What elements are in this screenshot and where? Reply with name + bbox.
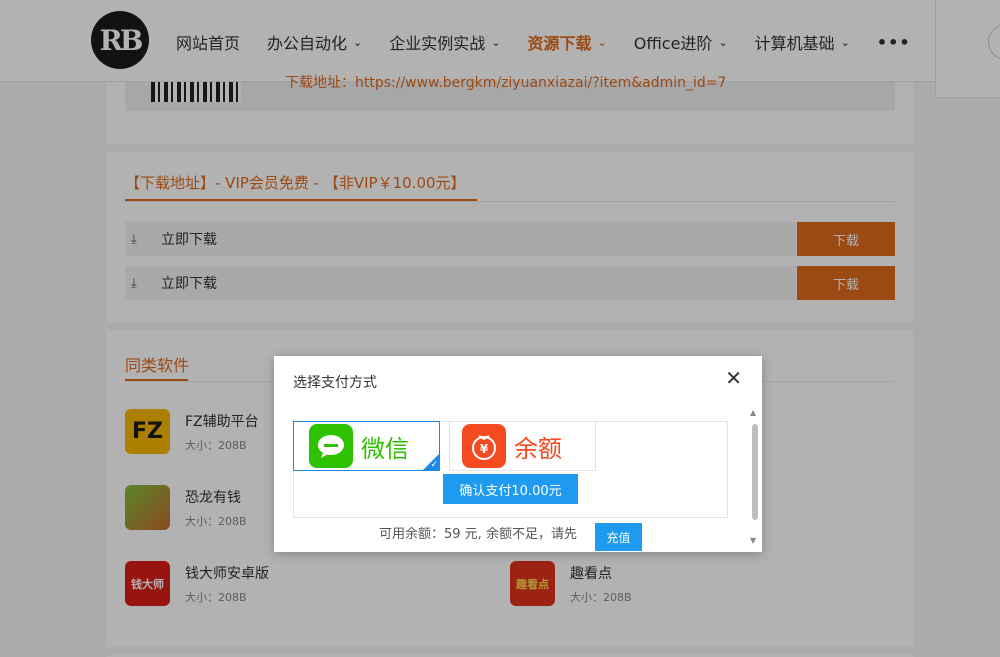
modal-title: 选择支付方式 (293, 375, 377, 391)
svg-text:¥: ¥ (480, 442, 489, 456)
payment-options-area: 微信 ✓ ¥ 余额 确认支付10.00元 (293, 421, 728, 518)
balance-text: 可用余额：59 元, 余额不足，请先 (379, 527, 577, 542)
modal-scrollbar[interactable]: ▲ ▼ (750, 408, 760, 548)
scroll-down-icon[interactable]: ▼ (750, 536, 756, 545)
money-bag-icon: ¥ (462, 424, 506, 468)
payment-option-label: 余额 (514, 434, 562, 463)
payment-option-wechat[interactable]: 微信 ✓ (293, 421, 440, 471)
scrollbar-thumb[interactable] (752, 424, 758, 520)
payment-option-balance[interactable]: ¥ 余额 (449, 421, 596, 471)
payment-modal: 选择支付方式 ✕ 微信 ✓ ¥ 余额 确认支付10.00元 可用余额：59 元,… (274, 356, 762, 552)
checkmark-icon: ✓ (430, 460, 438, 470)
modal-overlay[interactable] (0, 0, 1000, 657)
scroll-up-icon[interactable]: ▲ (750, 408, 756, 417)
recharge-button[interactable]: 充值 (595, 523, 642, 551)
confirm-payment-button[interactable]: 确认支付10.00元 (443, 474, 578, 504)
wechat-icon (309, 424, 353, 468)
payment-option-label: 微信 (361, 434, 409, 463)
close-icon[interactable]: ✕ (725, 366, 742, 390)
